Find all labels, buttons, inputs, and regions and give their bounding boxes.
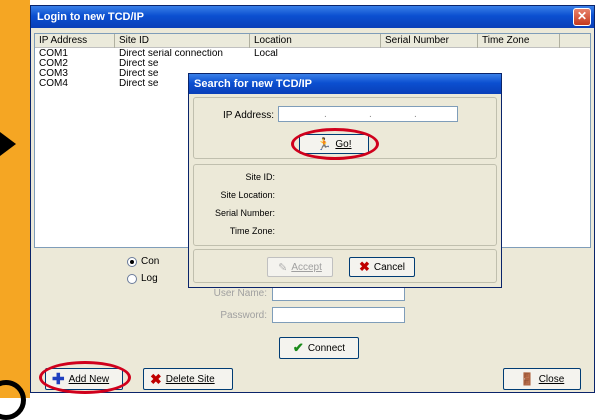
cancel-button-label: Cancel xyxy=(373,261,406,273)
column-header-time-zone[interactable]: Time Zone xyxy=(478,34,560,48)
delete-site-button[interactable]: ✖ Delete Site xyxy=(143,368,233,390)
connect-button-label: Connect xyxy=(307,342,346,354)
running-man-icon: 🏃 xyxy=(316,137,332,151)
column-header-filler xyxy=(560,34,590,48)
pencil-icon: ✎ xyxy=(278,261,288,274)
pointer-arrow-icon xyxy=(0,132,16,156)
site-list-header: IP Address Site ID Location Serial Numbe… xyxy=(35,34,590,48)
ip-address-field[interactable]: . . . xyxy=(278,106,458,122)
login-mode-label: Log xyxy=(141,273,158,284)
dialog-button-groupbox xyxy=(193,249,497,283)
window-title-bar: Login to new TCD/IP xyxy=(31,6,594,28)
column-header-ip-address[interactable]: IP Address xyxy=(35,34,115,48)
search-dialog: Search for new TCD/IP IP Address: . . . … xyxy=(188,73,502,288)
add-new-button-label: Add New xyxy=(68,373,110,385)
login-mode-radio[interactable] xyxy=(127,274,137,284)
cell-site-id: Direct serial connection xyxy=(119,49,223,59)
cell-location: Local xyxy=(254,49,278,59)
ip-address-label: IP Address: xyxy=(223,110,274,121)
dialog-title-bar: Search for new TCD/IP xyxy=(189,74,501,94)
accept-button[interactable]: ✎ Accept xyxy=(267,257,333,277)
go-button-label: Go! xyxy=(335,138,352,150)
door-icon: 🚪 xyxy=(519,372,535,386)
connect-mode-radio[interactable] xyxy=(127,257,137,267)
connect-mode-label: Con xyxy=(141,256,160,267)
column-header-location[interactable]: Location xyxy=(250,34,381,48)
cell-ip-address: COM1 xyxy=(39,49,68,59)
red-x-icon: ✖ xyxy=(150,370,162,387)
close-button-label: Close xyxy=(538,373,565,385)
cancel-button[interactable]: ✖ Cancel xyxy=(349,257,415,277)
password-field[interactable] xyxy=(272,307,405,323)
column-header-site-id[interactable]: Site ID xyxy=(115,34,250,48)
site-location-label: Site Location: xyxy=(220,190,275,200)
cell-site-id: Direct se xyxy=(119,59,159,69)
window-title: Login to new TCD/IP xyxy=(37,11,144,23)
background-orange-strip xyxy=(0,0,30,398)
password-label: Password: xyxy=(220,310,267,321)
time-zone-label: Time Zone: xyxy=(229,226,275,236)
plus-icon: ✚ xyxy=(52,371,65,388)
cell-ip-address: COM3 xyxy=(39,69,68,79)
cell-ip-address: COM4 xyxy=(39,79,68,89)
accept-button-label: Accept xyxy=(291,261,322,273)
red-x-icon: ✖ xyxy=(358,259,370,274)
add-new-button[interactable]: ✚ Add New xyxy=(45,368,123,390)
checkmark-icon: ✔ xyxy=(292,340,304,355)
site-id-label: Site ID: xyxy=(245,172,275,182)
close-icon: ✕ xyxy=(576,9,588,23)
column-header-serial-number[interactable]: Serial Number xyxy=(381,34,478,48)
serial-number-label: Serial Number: xyxy=(214,208,275,218)
delete-site-button-label: Delete Site xyxy=(165,373,215,385)
table-row[interactable]: COM2 Direct se xyxy=(35,59,590,69)
cell-ip-address: COM2 xyxy=(39,59,68,69)
window-close-button[interactable]: ✕ xyxy=(573,8,591,26)
connect-button[interactable]: ✔ Connect xyxy=(279,337,359,359)
login-window: Login to new TCD/IP ✕ IP Address Site ID… xyxy=(30,5,595,394)
dialog-title: Search for new TCD/IP xyxy=(194,78,312,90)
close-button[interactable]: 🚪 Close xyxy=(503,368,581,390)
table-row[interactable]: COM1 Direct serial connection Local xyxy=(35,49,590,59)
go-button[interactable]: 🏃 Go! xyxy=(299,134,369,154)
user-name-label: User Name: xyxy=(213,288,267,299)
